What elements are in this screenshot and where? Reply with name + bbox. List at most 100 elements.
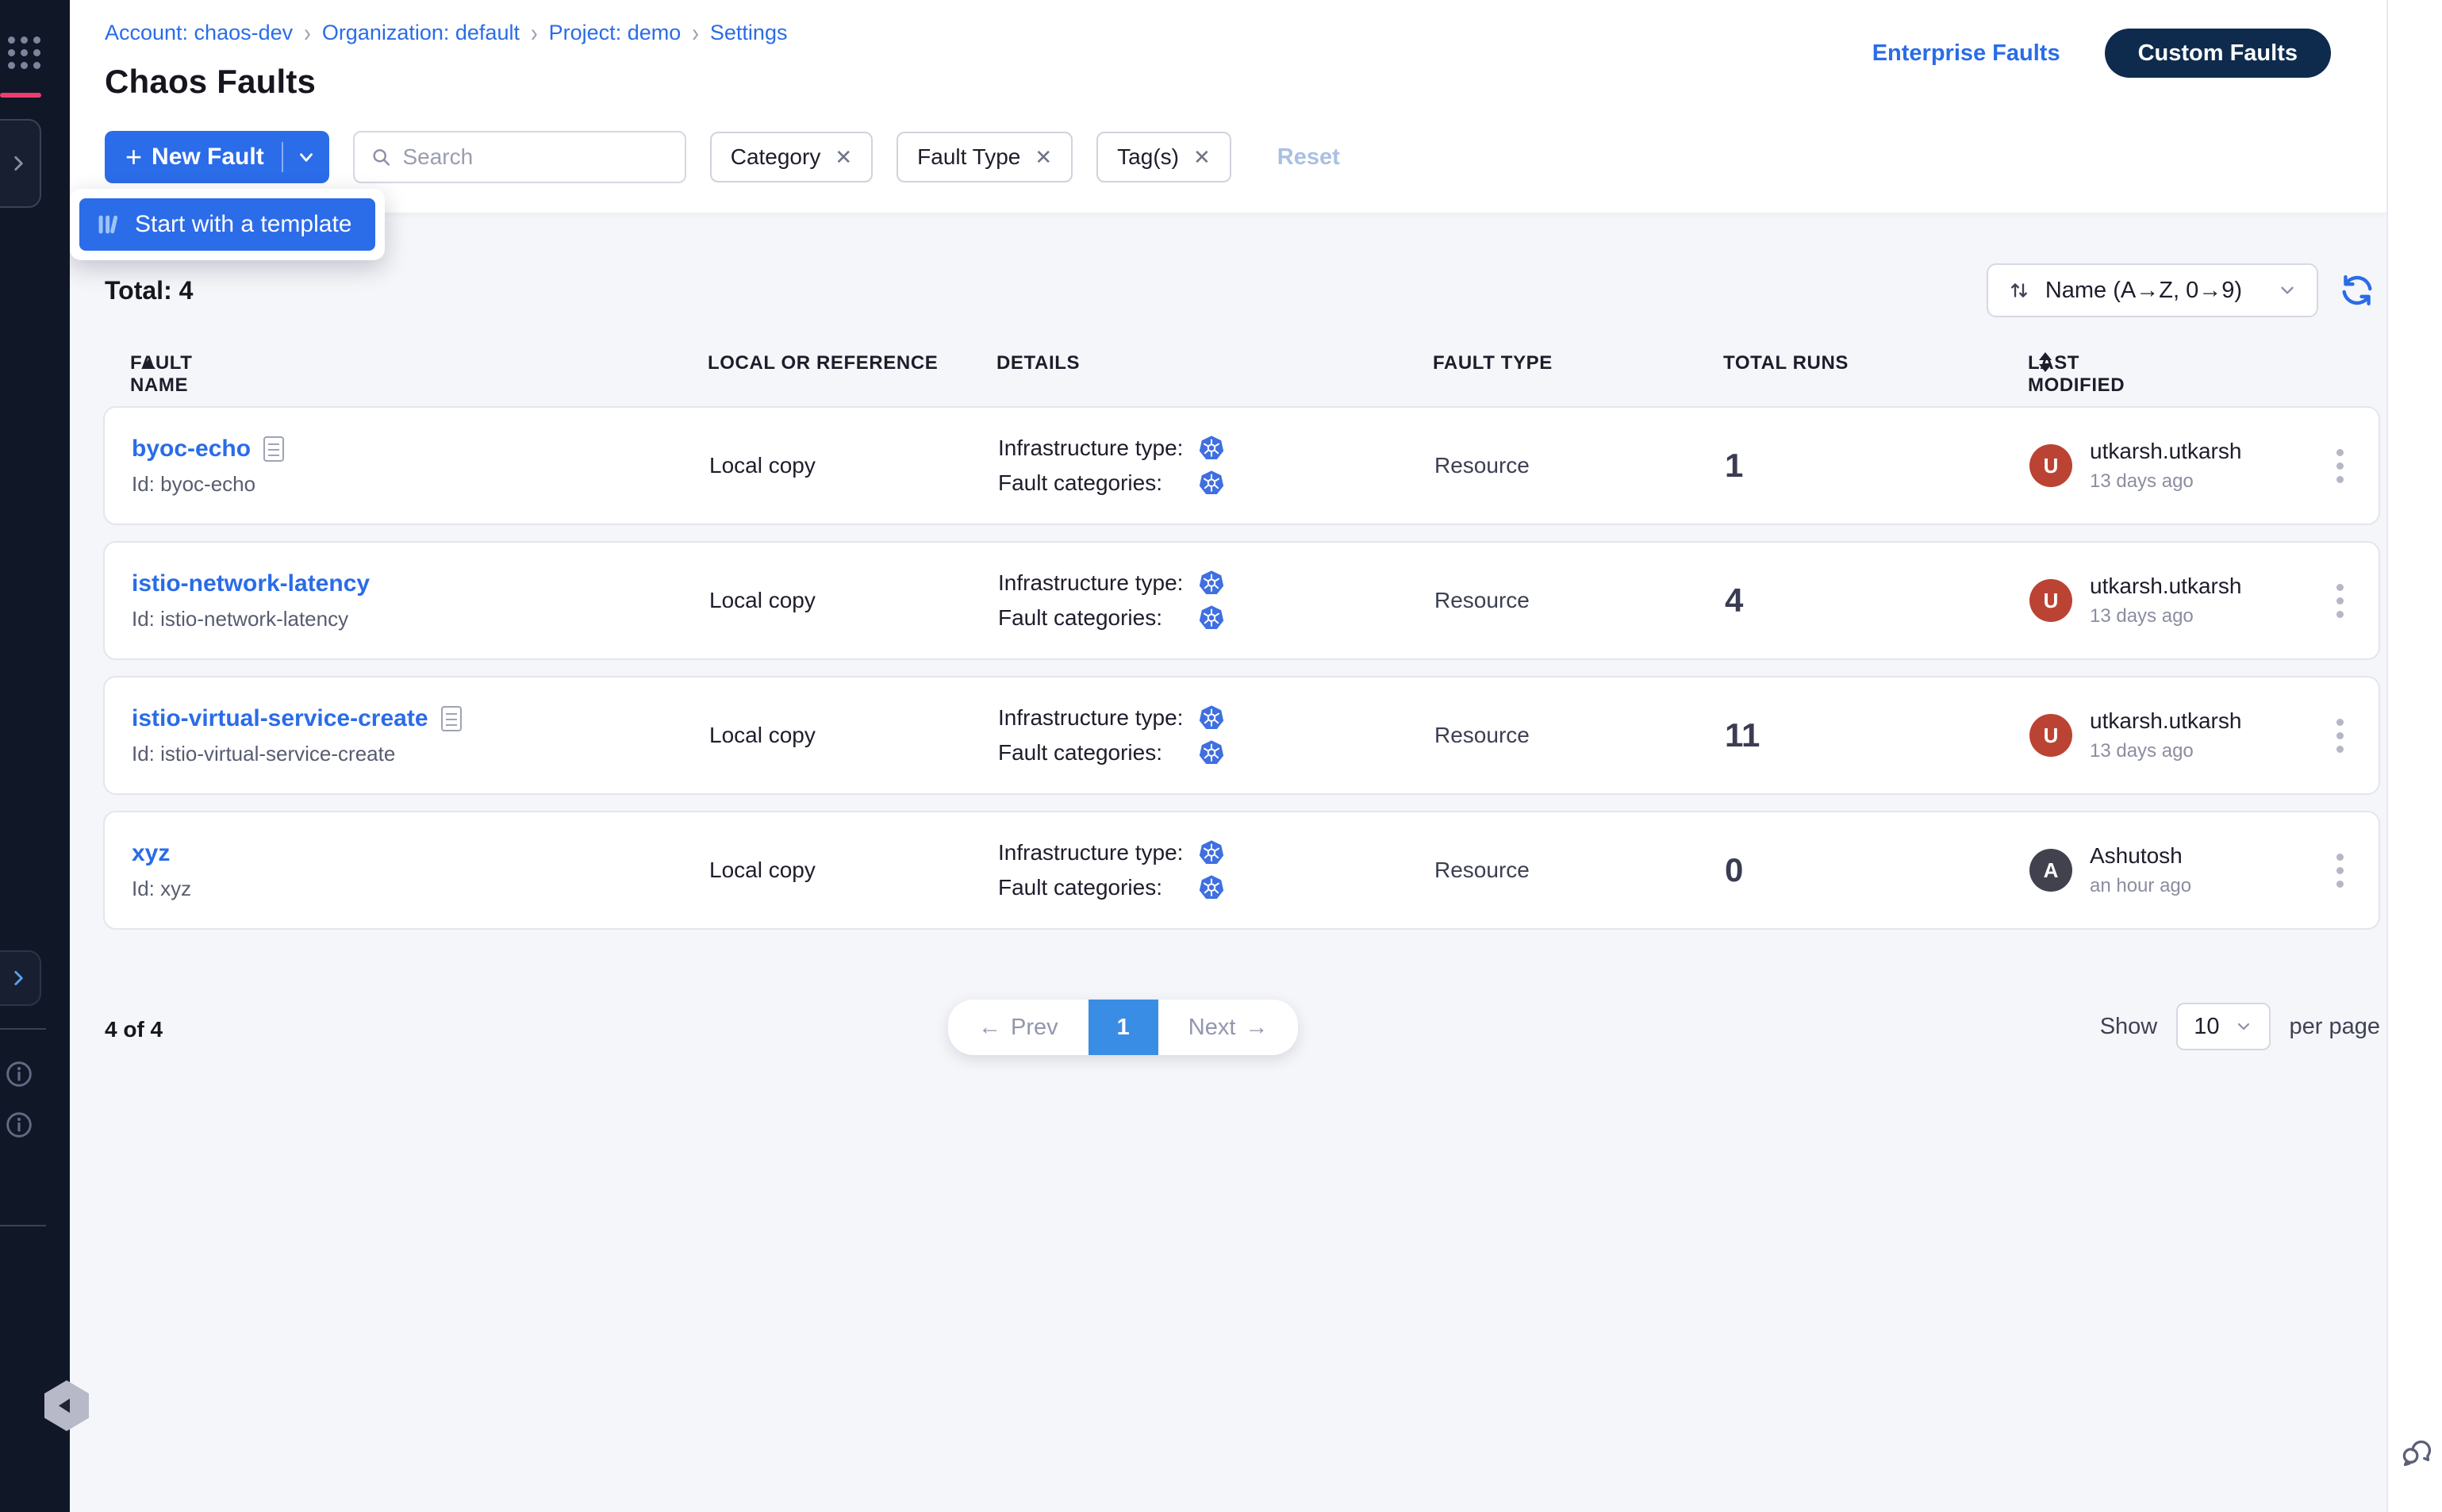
kubernetes-icon: [1198, 435, 1225, 462]
kubernetes-icon: [1198, 704, 1225, 731]
breadcrumb-organization[interactable]: Organization: default: [322, 21, 520, 45]
current-page-button[interactable]: 1: [1089, 1000, 1158, 1055]
chevron-right-icon: [8, 153, 29, 174]
close-icon[interactable]: ✕: [1193, 145, 1211, 170]
fault-type-value: Resource: [1434, 723, 1530, 748]
modified-by: utkarsh.utkarsh: [2090, 439, 2241, 464]
row-menu-icon[interactable]: [2336, 812, 2344, 928]
modified-time: 13 days ago: [2090, 605, 2241, 627]
active-module-indicator: [0, 93, 41, 98]
plus-icon: +: [125, 143, 142, 171]
col-fault-type: FAULT TYPE: [1433, 352, 1553, 374]
info-icon[interactable]: [3, 1058, 35, 1090]
chat-support-icon[interactable]: [2398, 1434, 2436, 1471]
filter-chip-tags[interactable]: Tag(s) ✕: [1096, 132, 1231, 182]
search-icon: [371, 145, 392, 169]
fault-type-value: Resource: [1434, 858, 1530, 883]
sidebar-divider: [0, 1225, 46, 1226]
kubernetes-icon: [1198, 570, 1225, 597]
module-grid-icon[interactable]: [8, 36, 40, 69]
kubernetes-icon: [1198, 604, 1225, 631]
avatar: U: [2029, 579, 2072, 622]
breadcrumb-settings[interactable]: Settings: [710, 21, 788, 45]
total-runs-value: 4: [1725, 581, 1743, 620]
enterprise-faults-link[interactable]: Enterprise Faults: [1872, 40, 2060, 67]
fault-name-link[interactable]: xyz: [132, 840, 170, 867]
description-icon[interactable]: [263, 436, 284, 462]
custom-faults-button[interactable]: Custom Faults: [2105, 29, 2331, 78]
avatar: U: [2029, 444, 2072, 487]
fault-id: Id: istio-network-latency: [132, 607, 348, 631]
table-row[interactable]: xyz Id: xyz Local copy Infrastructure ty…: [103, 811, 2380, 930]
header-actions: Enterprise Faults Custom Faults: [1872, 29, 2331, 78]
new-fault-button[interactable]: + New Fault: [105, 131, 329, 183]
modified-time: 13 days ago: [2090, 470, 2241, 493]
prev-page-button[interactable]: ← Prev: [948, 1000, 1089, 1055]
chip-label: Fault Type: [917, 144, 1020, 170]
modified-by: Ashutosh: [2090, 843, 2191, 869]
row-menu-icon[interactable]: [2336, 677, 2344, 793]
modified-time: an hour ago: [2090, 875, 2191, 897]
start-with-template-item[interactable]: Start with a template: [79, 198, 375, 251]
fault-name-link[interactable]: byoc-echo: [132, 436, 251, 462]
row-menu-icon[interactable]: [2336, 543, 2344, 658]
table-row[interactable]: istio-virtual-service-create Id: istio-v…: [103, 676, 2380, 795]
toolbar: + New Fault Category ✕ Fault Type ✕: [105, 131, 2352, 183]
show-label: Show: [2100, 1014, 2158, 1040]
chevron-down-icon: [2234, 1017, 2253, 1036]
kubernetes-icon: [1198, 739, 1225, 766]
kubernetes-icon: [1198, 839, 1225, 866]
new-fault-dropdown: Start with a template: [70, 189, 385, 260]
page-size-select[interactable]: 10: [2176, 1003, 2270, 1050]
sort-both-icon: [2039, 352, 2052, 372]
faults-list: Total: 4 Name (A→Z, 0→9) FAULT NAME LOCA…: [70, 263, 2386, 930]
reset-filters-link[interactable]: Reset: [1277, 144, 1340, 171]
left-nav-rail: [0, 0, 70, 1512]
expand-sidebar-button[interactable]: [0, 950, 41, 1006]
search-input[interactable]: [402, 144, 668, 170]
description-icon[interactable]: [441, 706, 462, 731]
local-or-reference-value: Local copy: [709, 588, 816, 613]
breadcrumb-project[interactable]: Project: demo: [549, 21, 682, 45]
arrow-right-icon: →: [1245, 1015, 1268, 1041]
sort-select-value: Name (A→Z, 0→9): [2045, 278, 2242, 304]
search-box: [353, 131, 686, 183]
fault-name-link[interactable]: istio-virtual-service-create: [132, 705, 428, 732]
help-icon[interactable]: [3, 1109, 35, 1141]
next-page-button[interactable]: Next →: [1158, 1000, 1299, 1055]
refresh-icon[interactable]: [2339, 272, 2375, 309]
right-gutter: [2386, 0, 2442, 1512]
filter-chip-category[interactable]: Category ✕: [710, 132, 873, 182]
col-fault-name[interactable]: FAULT NAME: [130, 352, 156, 374]
breadcrumb-account[interactable]: Account: chaos-dev: [105, 21, 293, 45]
infrastructure-type-label: Infrastructure type:: [998, 840, 1198, 865]
close-icon[interactable]: ✕: [835, 145, 852, 170]
close-icon[interactable]: ✕: [1035, 145, 1052, 170]
fault-type-value: Resource: [1434, 453, 1530, 478]
result-count: 4 of 4: [105, 1017, 163, 1042]
kubernetes-icon: [1198, 874, 1225, 901]
local-or-reference-value: Local copy: [709, 858, 816, 883]
modified-time: 13 days ago: [2090, 740, 2241, 762]
fault-rows: byoc-echo Id: byoc-echo Local copy Infra…: [103, 406, 2380, 930]
page-header: Account: chaos-dev › Organization: defau…: [70, 0, 2386, 213]
expand-nav-button[interactable]: [0, 119, 41, 208]
table-row[interactable]: byoc-echo Id: byoc-echo Local copy Infra…: [103, 406, 2380, 525]
row-menu-icon[interactable]: [2336, 408, 2344, 524]
page-size-control: Show 10 per page: [2100, 1003, 2380, 1050]
table-row[interactable]: istio-network-latency Id: istio-network-…: [103, 541, 2380, 660]
fault-type-value: Resource: [1434, 588, 1530, 613]
chevron-down-icon[interactable]: [296, 147, 317, 167]
local-or-reference-value: Local copy: [709, 723, 816, 748]
sort-select[interactable]: Name (A→Z, 0→9): [1987, 263, 2318, 317]
filter-chip-fault-type[interactable]: Fault Type ✕: [897, 132, 1073, 182]
main-content: Account: chaos-dev › Organization: defau…: [70, 0, 2386, 1512]
per-page-label: per page: [2290, 1014, 2381, 1040]
modified-by: utkarsh.utkarsh: [2090, 574, 2241, 599]
fault-name-link[interactable]: istio-network-latency: [132, 570, 370, 597]
fault-id: Id: xyz: [132, 877, 191, 901]
template-icon: [95, 212, 121, 237]
menu-item-label: Start with a template: [135, 211, 351, 238]
col-total-runs: TOTAL RUNS: [1723, 352, 1849, 374]
fault-categories-label: Fault categories:: [998, 875, 1198, 900]
